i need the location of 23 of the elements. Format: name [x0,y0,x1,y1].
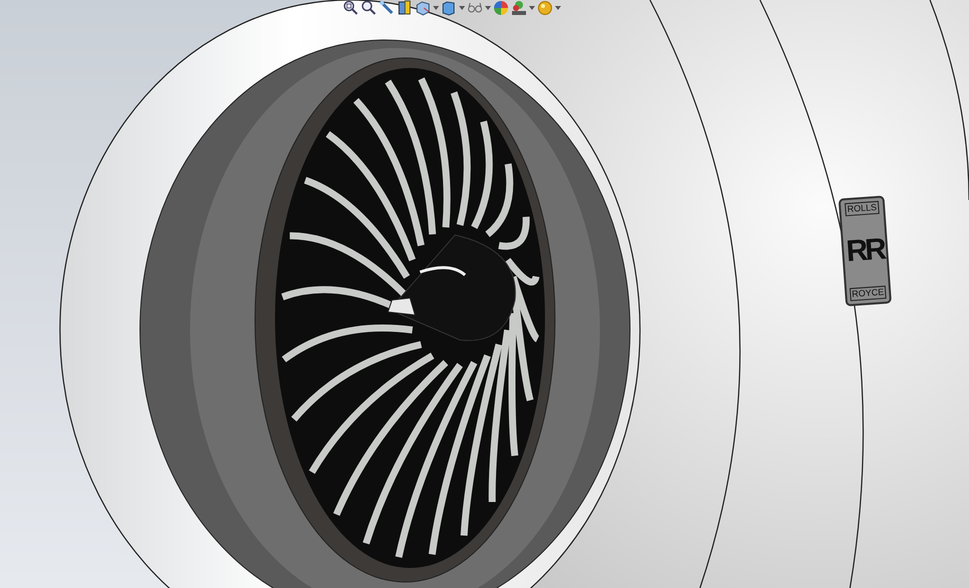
zoom-to-fit-icon [343,0,359,16]
caret-icon [485,6,491,10]
caret-icon [555,6,561,10]
zoom-to-fit-button[interactable] [342,0,360,16]
scene-button[interactable] [510,0,536,16]
zoom-area-icon [361,0,377,16]
light-bulb-button[interactable] [536,0,562,16]
section-view-icon [397,0,413,16]
cube-icon [441,0,457,16]
emblem-top-text: ROLLS [844,200,880,216]
caret-icon [433,6,439,10]
color-ball-button[interactable] [492,0,510,16]
cube-button[interactable] [440,0,466,16]
color-ball-icon [493,0,509,16]
cube-button[interactable] [414,0,440,16]
scene-icon [511,0,527,16]
caret-icon [529,6,535,10]
caret-icon [459,6,465,10]
wand-icon [379,0,395,16]
monogram-text: RR [845,234,885,268]
emblem-bottom-text: ROYCE [850,286,886,302]
wand-button[interactable] [378,0,396,16]
zoom-area-button[interactable] [360,0,378,16]
